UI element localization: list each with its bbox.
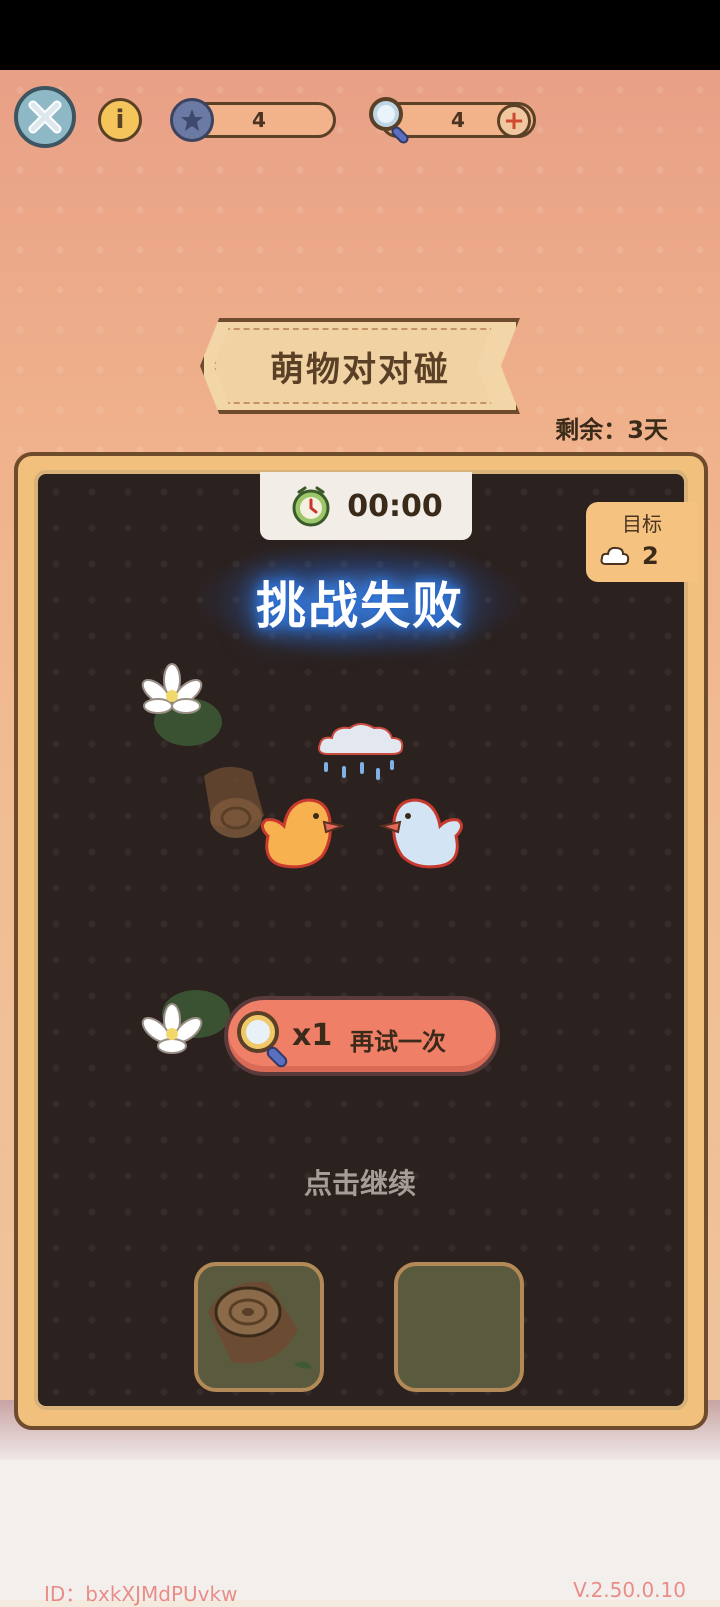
retry-button[interactable]: x1 再试一次: [224, 996, 500, 1076]
item-slot-1[interactable]: [194, 1262, 324, 1392]
log-stump-icon: [208, 1281, 312, 1369]
goal-label: 目标: [622, 512, 662, 536]
info-icon: i: [115, 105, 125, 135]
challenge-failed-title: 挑战失败: [256, 577, 464, 635]
timer: 00:00: [260, 472, 472, 540]
magnifier-count: 4: [451, 108, 465, 132]
retry-cost: x1: [292, 1018, 333, 1053]
yellow-duck-icon: [261, 798, 346, 869]
lotus-flower-icon: [141, 663, 222, 746]
timer-value: 00:00: [347, 488, 443, 524]
retry-label: 再试一次: [350, 1028, 446, 1056]
item-slot-2[interactable]: [394, 1262, 524, 1392]
star-icon: [170, 98, 214, 142]
remaining-days: 剩余：3天: [555, 416, 668, 444]
plus-icon: +: [503, 106, 525, 136]
magnifier-icon: [369, 97, 409, 144]
game-title: 萌物对对碰: [270, 349, 450, 390]
info-button[interactable]: i: [98, 98, 142, 142]
cloud-icon: [600, 546, 630, 565]
close-button[interactable]: [14, 86, 76, 148]
lotus-flower-icon-2: [141, 990, 230, 1054]
add-magnifier-button[interactable]: +: [497, 104, 531, 138]
close-icon: [28, 100, 62, 134]
status-bar: [0, 0, 720, 70]
version-label: V.2.50.0.10: [573, 1578, 686, 1602]
stars-count: 4: [252, 108, 266, 132]
tap-to-continue[interactable]: 点击继续: [0, 1162, 720, 1202]
magnifier-icon: [237, 1011, 288, 1068]
user-id: ID：bxkXJMdPUvkw: [44, 1582, 238, 1606]
rain-cloud-icon: [318, 723, 404, 780]
clock-icon: [292, 486, 330, 527]
blue-duck-icon: [378, 798, 463, 869]
